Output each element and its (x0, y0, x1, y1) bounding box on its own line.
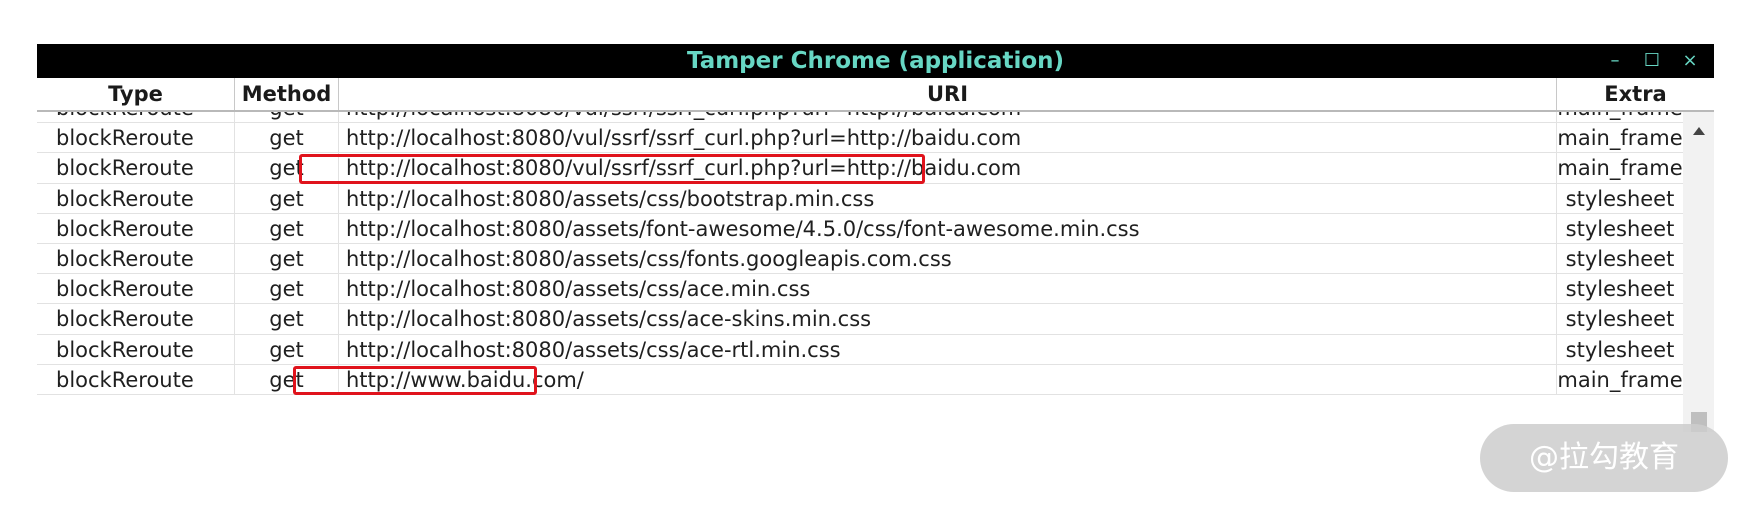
table-header: Type Method URI Extra (37, 78, 1714, 112)
cell-uri: http://localhost:8080/assets/css/ace-rtl… (339, 334, 1557, 365)
minimize-icon[interactable]: – (1601, 47, 1629, 75)
title-bar[interactable]: Tamper Chrome (application) – ☐ × (37, 44, 1714, 78)
cell-method: get (235, 183, 339, 214)
cell-type: blockReroute (37, 244, 235, 275)
cell-method: get (235, 244, 339, 275)
cell-type: blockReroute (37, 304, 235, 335)
cell-uri: http://localhost:8080/assets/css/ace.min… (339, 274, 1557, 305)
cell-extra: main_frame (1557, 126, 1683, 151)
cell-uri: http://localhost:8080/assets/css/ace-ski… (339, 304, 1557, 335)
cell-uri: http://localhost:8080/assets/css/bootstr… (339, 183, 1557, 214)
cell-type: blockReroute (37, 274, 235, 305)
column-header-extra[interactable]: Extra (1557, 78, 1714, 110)
table-body[interactable]: blockReroute get http://localhost:8080/vul… (37, 112, 1683, 432)
cell-extra: main_frame (1557, 367, 1683, 392)
cell-method: get (235, 364, 339, 395)
table-row[interactable]: blockReroute get http://localhost:8080/ass… (37, 304, 1683, 335)
cell-type: blockReroute (37, 334, 235, 365)
table-row[interactable]: blockReroute get http://localhost:8080/ass… (37, 213, 1683, 244)
cell-type: blockReroute (37, 183, 235, 214)
column-header-method[interactable]: Method (235, 78, 339, 110)
cell-extra: stylesheet (1565, 337, 1675, 362)
table-row[interactable]: blockReroute get http://localhost:8080/vul… (37, 153, 1683, 184)
table-row[interactable]: blockReroute get http://localhost:8080/ass… (37, 274, 1683, 305)
scroll-up-arrow-icon[interactable] (1683, 124, 1714, 140)
cell-extra: stylesheet (1565, 216, 1675, 241)
cell-extra: stylesheet (1565, 307, 1675, 332)
cell-uri: http://localhost:8080/assets/css/fonts.g… (339, 244, 1557, 275)
cell-method: get (235, 304, 339, 335)
cell-extra: main_frame (1557, 156, 1683, 181)
column-header-type[interactable]: Type (37, 78, 235, 110)
window-title: Tamper Chrome (application) (686, 48, 1065, 74)
table-row[interactable]: blockReroute get http://localhost:8080/ass… (37, 244, 1683, 275)
cell-uri: http://localhost:8080/vul/ssrf/ssrf_curl… (339, 112, 1557, 124)
watermark: @拉勾教育 (1480, 424, 1728, 492)
cell-extra: stylesheet (1565, 277, 1675, 302)
cell-uri: http://localhost:8080/assets/font-awesom… (339, 213, 1557, 244)
table-row[interactable]: blockReroute get http://localhost:8080/ass… (37, 183, 1683, 214)
cell-type: blockReroute (37, 364, 235, 395)
cell-method: get (235, 274, 339, 305)
cell-extra: stylesheet (1565, 186, 1675, 211)
cell-method: get (235, 213, 339, 244)
table-row[interactable]: blockReroute get http://www.baidu.com/main… (37, 364, 1683, 395)
cell-type: blockReroute (37, 153, 235, 184)
cell-uri: http://localhost:8080/vul/ssrf/ssrf_curl… (339, 153, 1557, 184)
table-row-partial[interactable]: blockReroutegethttp://localhost:8080/vul… (37, 112, 1683, 124)
maximize-icon[interactable]: ☐ (1638, 47, 1666, 75)
cell-extra: stylesheet (1565, 247, 1675, 271)
cell-method: get (235, 123, 339, 154)
cell-extra: main_frame (1557, 112, 1683, 123)
cell-method: get (235, 153, 339, 184)
column-header-uri[interactable]: URI (339, 78, 1557, 110)
vertical-scrollbar[interactable] (1683, 112, 1714, 432)
cell-uri: http://localhost:8080/vul/ssrf/ssrf_curl… (339, 123, 1557, 154)
cell-type: blockReroute (37, 112, 235, 124)
cell-method: get (235, 112, 339, 124)
close-icon[interactable]: × (1676, 47, 1704, 75)
cell-type: blockReroute (37, 123, 235, 154)
cell-uri: http://www.baidu.com/ (339, 364, 1557, 395)
tamper-chrome-window: Tamper Chrome (application) – ☐ × Type M… (37, 44, 1714, 432)
cell-method: get (235, 334, 339, 365)
cell-type: blockReroute (37, 213, 235, 244)
table-row[interactable]: blockReroute get http://localhost:8080/ass… (37, 334, 1683, 365)
table-row[interactable]: blockReroute get http://localhost:8080/vul… (37, 123, 1683, 154)
